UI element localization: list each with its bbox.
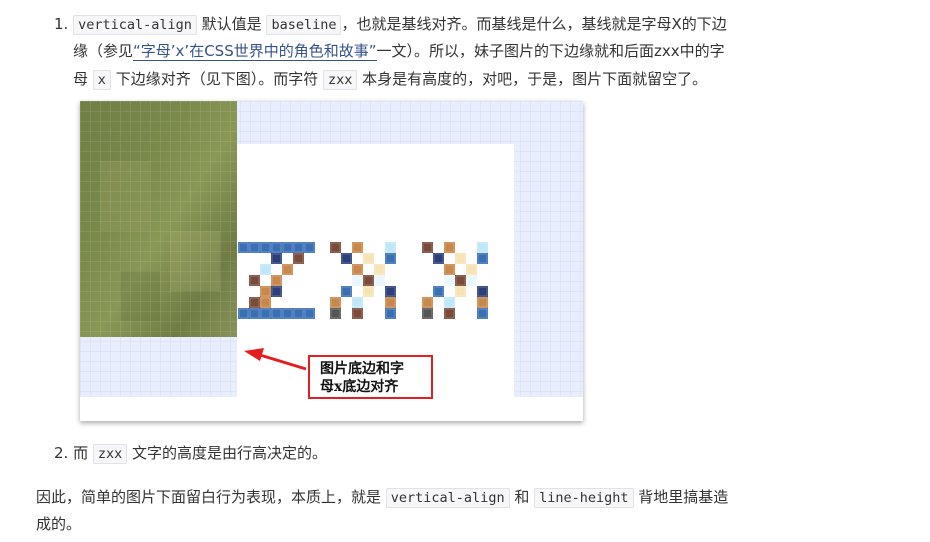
glyph-pixel — [422, 297, 433, 308]
glyph-pixel — [249, 308, 260, 319]
glyph-pixel — [363, 253, 374, 264]
code-zxx: zxx — [322, 70, 358, 90]
glyph-pixel — [249, 242, 260, 253]
glyph-pixel — [330, 297, 341, 308]
glyph-pixel — [260, 308, 271, 319]
conclusion-line1: 因此，简单的图片下面留白行为表现，本质上，就是 vertical-align 和… — [36, 484, 728, 511]
glyph-pixel — [260, 297, 271, 308]
glyph-pixel — [249, 297, 260, 308]
code-vertical-align: vertical-align — [73, 15, 197, 35]
glyph-pixel — [249, 275, 260, 286]
glyph-pixel — [330, 308, 341, 319]
glyph-pixel — [374, 264, 385, 275]
text: 背地里搞基造 — [633, 488, 729, 506]
glyph-pixel — [455, 286, 466, 297]
item1-line1: 1. vertical-align 默认值是 baseline ，也就是基线对齐。… — [54, 11, 727, 38]
glyph-pixel — [260, 286, 271, 297]
baseline-figure: 图片底边和字 母x底边对齐 — [80, 101, 583, 421]
text: 本身是有高度的，对吧，于是，图片下面就留空了。 — [357, 70, 708, 88]
text: 一文）。所以，妹子图片的下边缘就和后面zxx中的字 — [376, 42, 725, 60]
glyph-pixel — [433, 286, 444, 297]
glyph-pixel — [304, 242, 315, 253]
code-vertical-align: vertical-align — [385, 488, 510, 508]
glyph-pixel — [260, 242, 271, 253]
text: 成的。 — [36, 515, 82, 533]
glyph-pixel — [444, 308, 455, 319]
glyph-pixel — [385, 253, 396, 264]
text: ，也就是基线对齐。而基线是什么，基线就是字母X的下边 — [341, 15, 727, 33]
glyph-pixel — [477, 242, 488, 253]
code-line-height: line-height — [534, 488, 634, 508]
glyph-pixel — [282, 308, 293, 319]
text: 母 — [73, 70, 93, 88]
text: 默认值是 — [196, 15, 267, 33]
glyph-pixel — [260, 264, 271, 275]
code-baseline: baseline — [266, 15, 342, 35]
text: 和 — [509, 488, 535, 506]
list-number: 1. — [54, 15, 69, 33]
article-link[interactable]: “字母’x’在CSS世界中的角色和故事” — [133, 42, 377, 61]
text: 下边缘对齐（见下图）。而字符 — [110, 70, 323, 88]
glyph-pixel — [385, 297, 396, 308]
glyph-pixel — [444, 297, 455, 308]
glyph-pixel — [374, 275, 385, 286]
glyph-pixel — [466, 275, 477, 286]
conclusion-line2: 成的。 — [36, 511, 81, 537]
glyph-pixel — [385, 308, 396, 319]
list-number: 2. — [54, 444, 69, 462]
glyph-pixel — [477, 308, 488, 319]
glyph-pixel — [330, 242, 341, 253]
glyph-pixel — [271, 242, 282, 253]
glyph-pixel — [422, 308, 433, 319]
glyph-pixel — [293, 242, 304, 253]
glyph-pixel — [304, 308, 315, 319]
glyph-pixel — [352, 242, 363, 253]
glyph-pixel — [444, 264, 455, 275]
callout-line-2: 母x底边对齐 — [320, 379, 399, 395]
glyph-pixel — [477, 286, 488, 297]
item1-line3: 母 x 下边缘对齐（见下图）。而字符 zxx 本身是有高度的，对吧，于是，图片下… — [73, 66, 707, 93]
code-zxx: zxx — [92, 444, 128, 464]
glyph-pixel — [385, 242, 396, 253]
text: 缘（参见 — [73, 42, 134, 60]
glyph-pixel — [433, 253, 444, 264]
glyph-pixel — [238, 242, 249, 253]
glyph-pixel — [293, 253, 304, 264]
glyph-pixel — [293, 308, 304, 319]
glyph-pixel — [282, 264, 293, 275]
glyph-pixel — [363, 286, 374, 297]
glyph-pixel — [352, 264, 363, 275]
glyph-pixel — [341, 253, 352, 264]
glyph-pixel — [341, 286, 352, 297]
callout-line-1: 图片底边和字 — [320, 361, 404, 377]
glyph-pixel — [466, 264, 477, 275]
glyph-pixel — [444, 242, 455, 253]
glyph-pixel — [271, 308, 282, 319]
code-x: x — [92, 70, 111, 90]
callout-box: 图片底边和字 母x底边对齐 — [308, 355, 433, 399]
glyph-pixel — [455, 275, 466, 286]
glyph-pixel — [477, 253, 488, 264]
glyph-pixel — [444, 275, 455, 286]
glyph-pixel — [422, 242, 433, 253]
glyph-pixel — [385, 286, 396, 297]
glyph-pixel — [477, 297, 488, 308]
glyph-pixel — [363, 275, 374, 286]
item1-line2: 缘（参见“字母’x’在CSS世界中的角色和故事”一文）。所以，妹子图片的下边缘就… — [73, 38, 725, 64]
glyph-pixel — [352, 308, 363, 319]
glyph-pixel — [352, 297, 363, 308]
glyph-pixel — [238, 308, 249, 319]
photo-image — [80, 101, 237, 337]
glyph-pixel — [271, 253, 282, 264]
glyph-pixel — [282, 242, 293, 253]
text: 因此，简单的图片下面留白行为表现，本质上，就是 — [36, 488, 386, 506]
glyph-pixel — [271, 275, 282, 286]
glyph-pixel — [352, 275, 363, 286]
glyph-pixel — [271, 286, 282, 297]
text: 而 — [73, 444, 93, 462]
glyph-pixel — [455, 253, 466, 264]
list-item-2: 2. 而 zxx 文字的高度是由行高决定的。 — [54, 440, 327, 467]
text: 文字的高度是由行高决定的。 — [127, 444, 328, 462]
